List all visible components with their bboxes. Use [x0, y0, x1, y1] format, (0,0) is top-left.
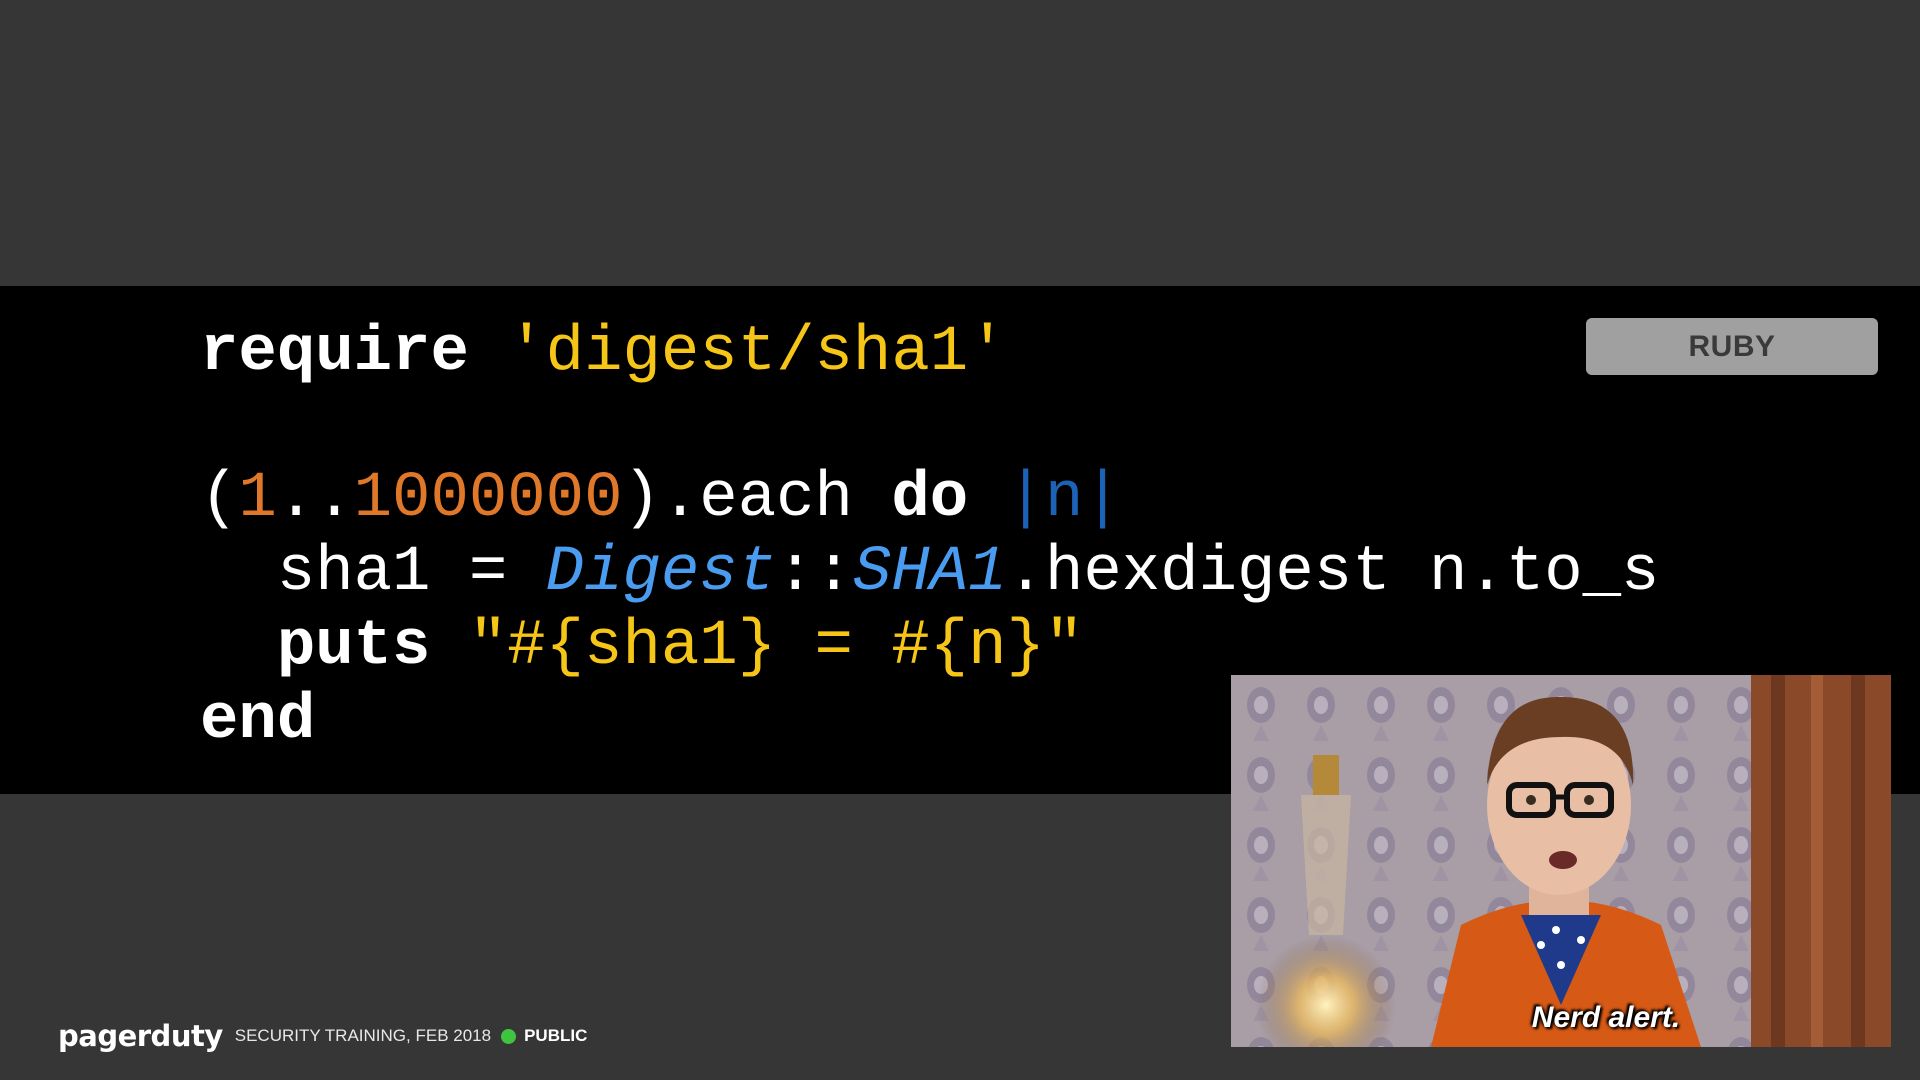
hexdigest-call: .hexdigest n.to_s: [1006, 537, 1660, 609]
constant-sha1: SHA1: [852, 537, 1007, 609]
status-dot-icon: [501, 1028, 517, 1044]
meme-caption: Nerd alert.: [1531, 1001, 1681, 1034]
classification-label: PUBLIC: [524, 1026, 588, 1045]
interpolated-string: "#{sha1} = #{n}": [468, 611, 1084, 683]
code-line-3: sha1 = Digest::SHA1.hexdigest n.to_s: [200, 536, 1660, 610]
range-start-number: 1: [238, 463, 277, 535]
language-badge: RUBY: [1586, 318, 1878, 375]
code-line-2: (1..1000000).each do |n|: [200, 462, 1122, 536]
meme-illustration: [1231, 675, 1891, 1047]
keyword-end: end: [200, 685, 316, 757]
code-line-5: end: [200, 684, 315, 758]
code-line-4: puts "#{sha1} = #{n}": [200, 610, 1084, 684]
assignment: sha1 =: [276, 537, 546, 609]
string-literal: 'digest/sha1': [507, 317, 1007, 389]
block-param: |n|: [1006, 463, 1122, 535]
constant-digest: Digest: [545, 537, 777, 609]
meme-image: Nerd alert.: [1231, 675, 1891, 1047]
each-call: ).each: [622, 463, 892, 535]
code-line-1: require 'digest/sha1': [200, 316, 1007, 390]
footer-title: SECURITY TRAINING, FEB 2018: [234, 1026, 492, 1045]
slide: require 'digest/sha1' (1..1000000).each …: [0, 0, 1920, 1080]
range-operator: ..: [276, 463, 354, 535]
footer: pagerduty SECURITY TRAINING, FEB 2018 PU…: [58, 1018, 587, 1054]
keyword-do: do: [891, 463, 969, 535]
code-paren-open: (: [200, 463, 239, 535]
keyword-require: require: [200, 317, 469, 389]
range-end-number: 1000000: [353, 463, 623, 535]
pagerduty-logo: pagerduty: [58, 1019, 223, 1053]
keyword-puts: puts: [276, 611, 431, 683]
scope-operator: ::: [776, 537, 853, 609]
